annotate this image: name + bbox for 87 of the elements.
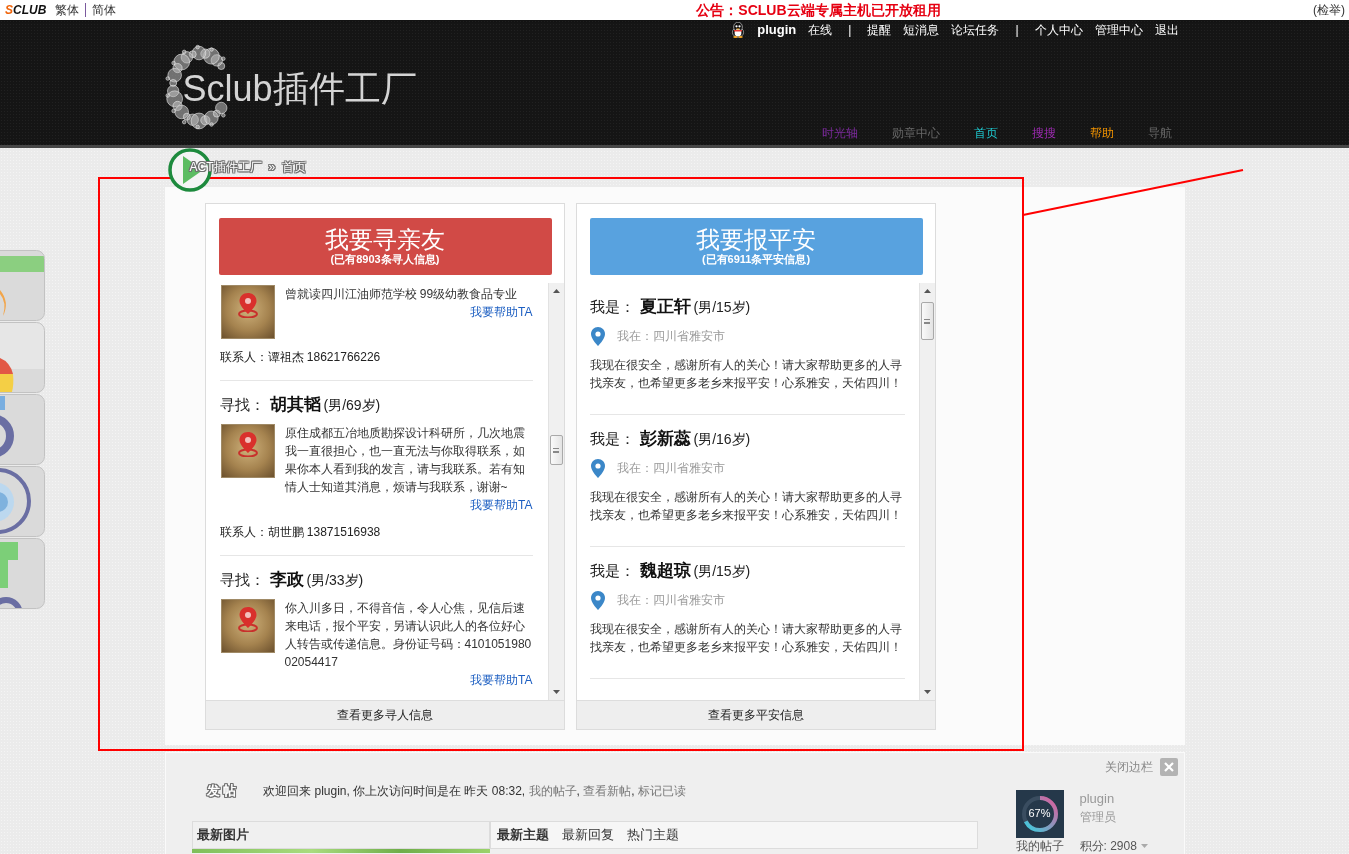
user-menu-link[interactable]: 论坛任务 bbox=[951, 22, 1000, 38]
scroll-up-icon[interactable] bbox=[923, 289, 931, 293]
user-menu-link[interactable]: 退出 bbox=[1154, 22, 1179, 38]
person-name: 彭新蕊 bbox=[639, 428, 691, 450]
help-link[interactable]: 我要帮助TA bbox=[470, 303, 533, 321]
gender-age-text: (男/15岁) bbox=[693, 298, 751, 317]
breadcrumb-link[interactable]: ACT插件工厂 bbox=[189, 159, 262, 175]
user-menu-link[interactable]: 管理中心 bbox=[1094, 22, 1143, 38]
scroll-thumb[interactable] bbox=[549, 435, 563, 465]
post-button[interactable]: 发 帖 bbox=[206, 782, 237, 800]
breadcrumb-link[interactable]: 首页 bbox=[282, 159, 307, 175]
user-menu-link[interactable]: 提醒 bbox=[867, 22, 892, 38]
report-link[interactable]: (检举) bbox=[1313, 1, 1345, 19]
user-menu-link[interactable]: 个人中心 bbox=[1034, 22, 1083, 38]
latest-pictures-header: 最新图片 bbox=[191, 821, 490, 849]
scrollbar[interactable] bbox=[918, 283, 935, 700]
avatar-tile[interactable]: 67% bbox=[1015, 790, 1064, 838]
self-label: 我是： bbox=[589, 561, 635, 581]
my-posts-link[interactable]: 我的帖子 bbox=[1015, 838, 1064, 854]
person-name: 魏超琼 bbox=[639, 560, 691, 582]
site-logo-text[interactable]: Sclub插件工厂 bbox=[182, 68, 417, 110]
help-link[interactable]: 我要帮助TA bbox=[470, 671, 533, 689]
caret-icon[interactable] bbox=[1140, 844, 1148, 848]
map-pin-icon bbox=[236, 431, 259, 457]
scroll-down-icon[interactable] bbox=[552, 690, 560, 694]
search-label: 寻找： bbox=[219, 570, 265, 590]
location-text: 我在：四川省雅安市 bbox=[616, 327, 725, 345]
map-pin-icon bbox=[236, 606, 259, 632]
scrollbar[interactable] bbox=[547, 283, 564, 700]
scroll-down-icon[interactable] bbox=[923, 690, 931, 694]
contact-text: 联系人：胡世鹏 13871516938 bbox=[219, 524, 382, 541]
location-pin-icon bbox=[590, 590, 605, 610]
message-text: 原住成都五冶地质勘探设计科研所，几次地震我一直很担心，也一直无法与你取得联系，如果你本人看到我的发言，请与我联系。若有知情人士知道其消息，烦请与我联系，谢谢~ bbox=[284, 425, 526, 496]
topic-tab[interactable]: 最新回复 bbox=[561, 826, 614, 844]
message-text: 我现在很安全，感谢所有人的关心！请大家帮助更多的人寻找亲友，也希望更多老乡来报平安！心系雅安，天佑四川！ bbox=[589, 621, 903, 656]
search-label: 寻找： bbox=[219, 395, 265, 415]
link-separator: | bbox=[847, 23, 853, 37]
find-family-button[interactable]: 我要寻亲友 (已有8903条寻人信息) bbox=[218, 218, 552, 275]
breadcrumb-separator: » bbox=[268, 159, 276, 175]
role-text: 管理员 bbox=[1079, 809, 1117, 826]
language-link[interactable]: 简体 bbox=[85, 3, 123, 17]
side-tab-icon[interactable] bbox=[0, 322, 45, 393]
progress-label: 67% bbox=[1027, 806, 1052, 820]
link-separator: | bbox=[1014, 23, 1020, 37]
gender-age-text: (男/33岁) bbox=[306, 571, 364, 590]
map-pin-icon bbox=[236, 292, 259, 318]
gender-age-text: (男/16岁) bbox=[693, 430, 751, 449]
location-text: 我在：四川省雅安市 bbox=[616, 459, 725, 477]
nav-link[interactable]: 帮助 bbox=[1089, 125, 1114, 141]
side-tab-icon[interactable] bbox=[0, 466, 45, 537]
brand-logo[interactable]: SCLUB bbox=[5, 3, 47, 17]
message-text: 我现在很安全，感谢所有人的关心！请大家帮助更多的人寻找亲友，也希望更多老乡来报平安！心系雅安，天佑四川！ bbox=[589, 357, 903, 392]
scroll-thumb[interactable] bbox=[920, 302, 934, 340]
welcome-message: 欢迎回来 plugin, 你上次访问时间是在 昨天 08:32, 我的帖子, 查看新帖, 标记已读 bbox=[263, 783, 686, 799]
nav-link[interactable]: 首页 bbox=[973, 125, 998, 141]
location-text: 我在：四川省雅安市 bbox=[616, 591, 725, 609]
gender-age-text: (男/69岁) bbox=[323, 396, 381, 415]
username-link[interactable]: plugin bbox=[757, 22, 797, 38]
person-name: 夏正轩 bbox=[639, 296, 691, 318]
more-link[interactable]: 查看更多平安信息 bbox=[576, 700, 935, 729]
points-text: 积分: 2908 bbox=[1079, 838, 1137, 854]
person-name: 胡其韬 bbox=[269, 394, 321, 416]
person-name: 李政 bbox=[269, 569, 304, 591]
user-menu-link[interactable]: 短消息 bbox=[903, 22, 940, 38]
welcome-link[interactable]: 标记已读 bbox=[637, 784, 686, 798]
location-pin-icon bbox=[590, 458, 605, 478]
user-menu-link[interactable]: 在线 bbox=[808, 22, 833, 38]
welcome-link[interactable]: 我的帖子 bbox=[528, 784, 577, 798]
topic-tab[interactable]: 最新主题 bbox=[496, 826, 549, 844]
announcement-text: 公告：SCLUB云端专属主机已开放租用 bbox=[696, 2, 941, 18]
side-tab-icon[interactable] bbox=[0, 538, 45, 609]
close-icon[interactable] bbox=[1159, 758, 1178, 776]
message-text: 曾就读四川江油师范学校 99级幼教食品专业 bbox=[284, 286, 519, 303]
welcome-link[interactable]: 查看新帖 bbox=[583, 784, 632, 798]
location-pin-icon bbox=[590, 326, 605, 346]
help-link[interactable]: 我要帮助TA bbox=[470, 496, 533, 514]
gender-age-text: (男/15岁) bbox=[693, 562, 751, 581]
message-text: 你入川多日，不得音信，令人心焦，见信后速来电话，报个平安，另请认识此人的各位好心人转告或传递信息。身份证号码：410105198002054417 bbox=[284, 600, 533, 671]
self-label: 我是： bbox=[589, 429, 635, 449]
language-link[interactable]: 繁体 bbox=[49, 3, 86, 17]
message-text: 我现在很安全，感谢所有人的关心！请大家帮助更多的人寻找亲友，也希望更多老乡来报平安！心系雅安，天佑四川！ bbox=[589, 489, 903, 524]
contact-text: 联系人：谭祖杰 18621766226 bbox=[219, 349, 382, 366]
topic-tab[interactable]: 热门主题 bbox=[626, 826, 679, 844]
more-link[interactable]: 查看更多寻人信息 bbox=[205, 700, 564, 729]
side-tab-icon[interactable] bbox=[0, 394, 45, 465]
scroll-up-icon[interactable] bbox=[552, 289, 560, 293]
self-label: 我是： bbox=[589, 297, 635, 317]
